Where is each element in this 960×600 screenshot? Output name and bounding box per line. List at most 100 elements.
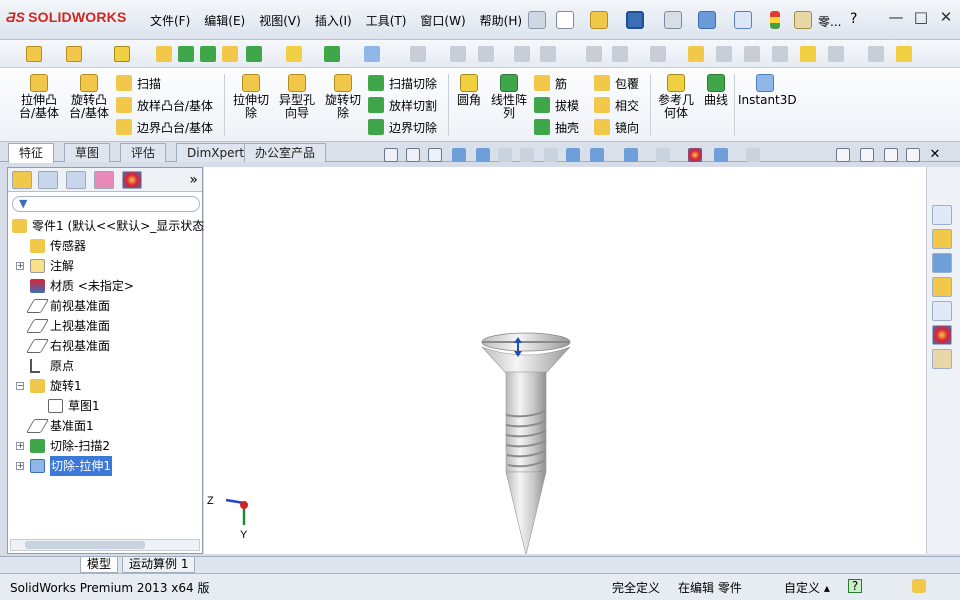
draft-icon[interactable] <box>200 46 216 62</box>
tag-icon[interactable] <box>912 579 926 593</box>
curves-button[interactable]: 曲线 <box>700 74 732 107</box>
rectangle-icon[interactable] <box>478 46 494 62</box>
configuration-manager-tab-icon[interactable] <box>66 171 86 189</box>
select-pointer-icon[interactable] <box>734 11 752 29</box>
feature-manager-tab-icon[interactable] <box>12 171 32 189</box>
extrude-boss-icon[interactable] <box>26 46 42 62</box>
zoom-area-icon[interactable] <box>520 148 534 162</box>
tree-node-cut-extrude1[interactable]: + 切除-拉伸1 <box>8 456 202 476</box>
units-dropdown[interactable]: 自定义 ▴ <box>784 579 830 596</box>
restore-doc-icon[interactable] <box>906 148 920 162</box>
new-document-icon[interactable] <box>556 11 574 29</box>
fillet-button[interactable]: 圆角 <box>452 74 486 107</box>
expand-icon[interactable]: + <box>16 462 24 470</box>
help-button[interactable]: ? <box>850 11 857 27</box>
maximize-button[interactable]: □ <box>913 8 929 26</box>
tree-node-origin[interactable]: 原点 <box>8 356 202 376</box>
loft-boss-button[interactable]: 放样凸台/基体 <box>116 96 213 114</box>
zoom-to-area-icon[interactable] <box>406 148 420 162</box>
print-icon[interactable] <box>664 11 682 29</box>
menu-view[interactable]: 视图(V) <box>252 12 308 30</box>
design-library-icon[interactable] <box>932 229 952 249</box>
shell-button[interactable]: 抽壳 <box>534 118 579 136</box>
tree-node-cut-sweep2[interactable]: + 切除-扫描2 <box>8 436 202 456</box>
tree-node-sensors[interactable]: 传感器 <box>8 236 202 256</box>
reference-geometry-icon[interactable] <box>286 46 302 62</box>
convert-entities-icon[interactable] <box>772 46 788 62</box>
tree-node-annotations[interactable]: + 注解 <box>8 256 202 276</box>
scene-icon[interactable] <box>714 148 728 162</box>
expand-icon[interactable]: + <box>16 262 24 270</box>
open-folder-icon[interactable] <box>590 11 608 29</box>
instant3d-icon[interactable] <box>364 46 380 62</box>
draft-button[interactable]: 拔模 <box>534 96 579 114</box>
tab-sketch[interactable]: 草图 <box>64 143 111 162</box>
reference-geometry-button[interactable]: 参考几 何体 <box>654 74 698 120</box>
menu-window[interactable]: 窗口(W) <box>413 12 472 30</box>
menu-tools[interactable]: 工具(T) <box>359 12 414 30</box>
linear-pattern-icon[interactable] <box>246 46 262 62</box>
edit-appearance-icon[interactable] <box>656 148 670 162</box>
tab-features[interactable]: 特征 <box>8 143 55 163</box>
tab-model[interactable]: 模型 <box>80 557 119 573</box>
view-settings-icon[interactable] <box>746 148 760 162</box>
close-button[interactable]: ✕ <box>938 8 954 26</box>
revolve-boss-button[interactable]: 旋转凸 台/基体 <box>64 74 114 120</box>
appearances-icon[interactable] <box>932 325 952 345</box>
tree-filter-input[interactable]: ▼ <box>12 196 200 212</box>
repair-sketch-icon[interactable] <box>744 46 760 62</box>
sketch-icon[interactable] <box>410 46 426 62</box>
restore-view-icon[interactable] <box>836 148 850 162</box>
line-icon[interactable] <box>450 46 466 62</box>
lofted-cut-button[interactable]: 放样切割 <box>368 96 437 114</box>
menu-help[interactable]: 帮助(H) <box>473 12 529 30</box>
curves-icon[interactable] <box>324 46 340 62</box>
solidworks-resources-icon[interactable] <box>932 205 952 225</box>
menu-edit[interactable]: 编辑(E) <box>197 12 252 30</box>
smart-dimension-icon[interactable] <box>688 46 704 62</box>
view-orientation-icon[interactable] <box>566 148 580 162</box>
display-manager-tab-icon[interactable] <box>122 171 142 189</box>
hide-show-items-icon[interactable] <box>624 148 638 162</box>
property-manager-tab-icon[interactable] <box>38 171 58 189</box>
expand-panel-icon[interactable]: » <box>189 172 198 188</box>
tab-evaluate[interactable]: 评估 <box>120 143 167 162</box>
arc-icon[interactable] <box>540 46 556 62</box>
appearance-ball-icon[interactable] <box>688 148 702 162</box>
sketch-pattern-icon[interactable] <box>828 46 844 62</box>
expand-icon[interactable]: + <box>16 442 24 450</box>
minimize-doc-icon[interactable] <box>884 148 898 162</box>
linear-pattern-button[interactable]: 线性阵 列 <box>488 74 530 120</box>
rotate-icon[interactable] <box>544 148 558 162</box>
boundary-boss-button[interactable]: 边界凸台/基体 <box>116 118 213 136</box>
horizontal-scrollbar[interactable] <box>10 539 200 551</box>
tree-node-plane1[interactable]: 基准面1 <box>8 416 202 436</box>
zoom-icon[interactable] <box>498 148 512 162</box>
rib-button[interactable]: 筋 <box>534 74 567 92</box>
sweep-button[interactable]: 扫描 <box>116 74 161 92</box>
dynamic-annotation-icon[interactable] <box>476 148 490 162</box>
tree-node-top-plane[interactable]: 上视基准面 <box>8 316 202 336</box>
boundary-cut-button[interactable]: 边界切除 <box>368 118 437 136</box>
pin-icon[interactable] <box>528 11 546 29</box>
graphics-area[interactable]: Z Y <box>204 167 926 556</box>
3d-sketch-icon[interactable] <box>800 46 816 62</box>
file-explorer-icon[interactable] <box>932 253 952 273</box>
help-status-button[interactable]: ? <box>848 579 862 593</box>
instant3d-button[interactable]: Instant3D <box>738 74 797 107</box>
view-palette-icon[interactable] <box>932 301 952 321</box>
next-view-icon[interactable] <box>860 148 874 162</box>
relations-icon[interactable] <box>716 46 732 62</box>
trim-icon[interactable] <box>586 46 602 62</box>
revolve-cut-button[interactable]: 旋转切 除 <box>320 74 366 120</box>
chamfer-icon[interactable] <box>156 46 172 62</box>
offset-icon[interactable] <box>650 46 666 62</box>
rebuild-traffic-light-icon[interactable] <box>770 11 780 29</box>
tree-node-right-plane[interactable]: 右视基准面 <box>8 336 202 356</box>
extrude-boss-button[interactable]: 拉伸凸 台/基体 <box>14 74 64 120</box>
spline-icon[interactable] <box>868 46 884 62</box>
mirror-entities-icon[interactable] <box>612 46 628 62</box>
tab-office-products[interactable]: 办公室产品 <box>244 143 327 162</box>
section-view-icon[interactable] <box>452 148 466 162</box>
swept-cut-button[interactable]: 扫描切除 <box>368 74 437 92</box>
